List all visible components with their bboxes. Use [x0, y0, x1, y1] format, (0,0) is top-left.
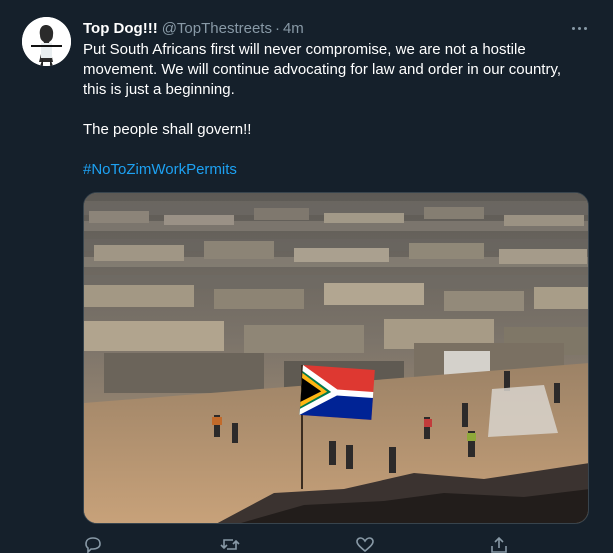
more-options-icon[interactable]	[566, 19, 592, 37]
timestamp[interactable]: 4m	[283, 20, 304, 37]
share-icon[interactable]	[489, 536, 509, 553]
separator-dot: ·	[274, 19, 280, 37]
handle[interactable]: @TopThestreets	[162, 20, 272, 37]
body-line: movement. We will continue advocating fo…	[83, 61, 562, 78]
body-line: this is just a beginning.	[83, 81, 235, 98]
retweet-icon[interactable]	[220, 536, 240, 553]
body-line: Put South Africans first will never comp…	[83, 41, 526, 58]
tweet-text: Put South Africans first will never comp…	[83, 40, 583, 180]
avatar[interactable]	[22, 17, 71, 66]
tweet-actions	[83, 536, 513, 553]
tweet[interactable]: Top Dog!!! @TopThestreets · 4m Put South…	[0, 0, 613, 553]
reply-icon[interactable]	[83, 536, 103, 553]
hashtag-link[interactable]: #NoToZimWorkPermits	[83, 161, 237, 178]
tweet-header: Top Dog!!! @TopThestreets · 4m	[83, 17, 304, 39]
display-name[interactable]: Top Dog!!!	[83, 20, 158, 37]
township-flag-photo	[84, 193, 588, 523]
second-paragraph: The people shall govern!!	[83, 121, 252, 138]
like-icon[interactable]	[355, 536, 375, 553]
tweet-photo[interactable]	[83, 192, 589, 524]
avatar-image	[22, 17, 71, 66]
